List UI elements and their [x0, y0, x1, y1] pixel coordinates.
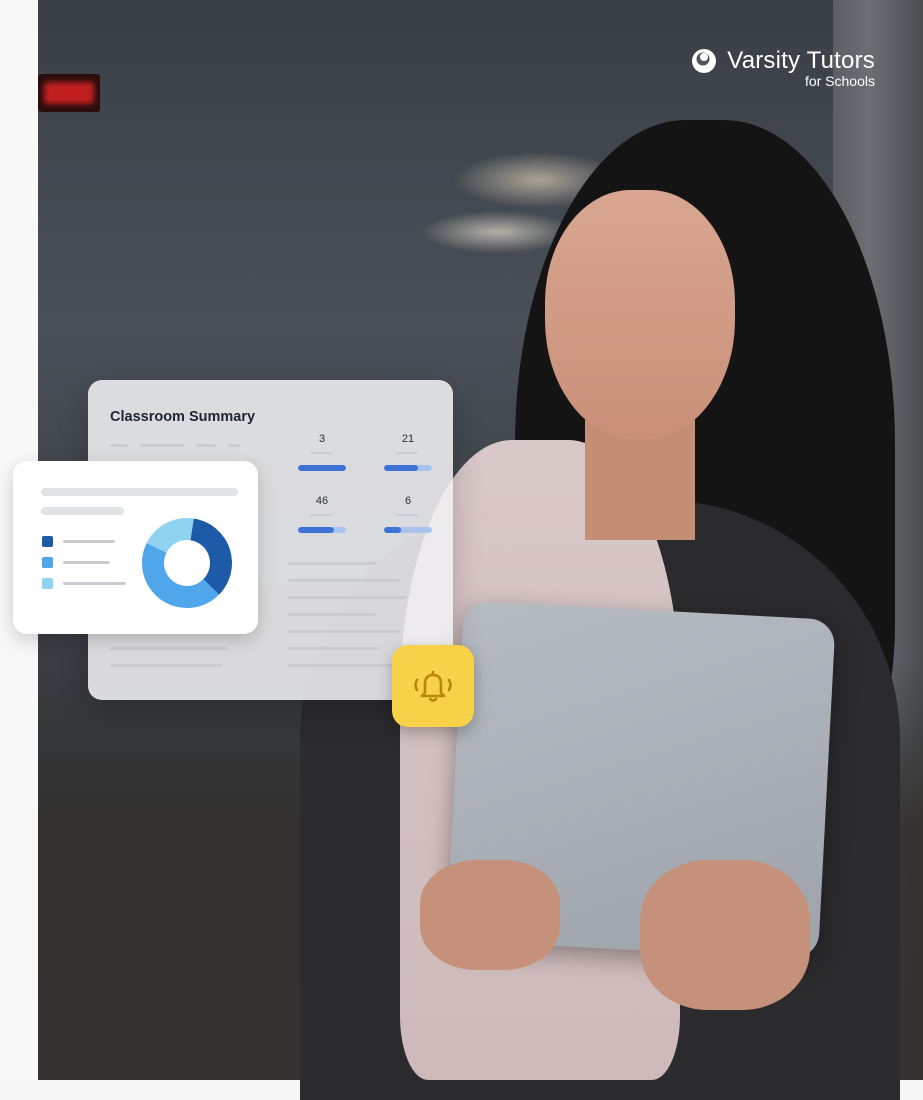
placeholder-line [288, 596, 406, 599]
brand-subtitle: for Schools [804, 73, 875, 89]
placeholder-line [228, 444, 240, 447]
placeholder-line [396, 452, 418, 454]
placeholder-line [288, 647, 380, 650]
stat-value-1: 3 [318, 433, 326, 445]
left-hand [420, 860, 560, 970]
right-hand [640, 860, 810, 1010]
placeholder-line [396, 514, 418, 516]
placeholder-line [288, 562, 376, 565]
placeholder-line [110, 664, 222, 667]
legend-square-2 [42, 557, 53, 568]
bell-icon [414, 670, 452, 702]
placeholder-line [288, 664, 398, 667]
placeholder-bar [41, 507, 124, 515]
stat-bar-fill [384, 527, 401, 533]
woman-face [545, 190, 735, 440]
stat-bar-2 [384, 465, 432, 471]
donut-segment-1 [190, 518, 232, 595]
placeholder-line [110, 647, 228, 650]
legend-line [63, 540, 115, 543]
summary-title: Classroom Summary [110, 409, 256, 425]
varsity-tutors-logo-icon [692, 49, 717, 73]
stat-bar-fill [298, 527, 334, 533]
placeholder-line [288, 630, 400, 633]
legend-line [63, 582, 126, 585]
stat-value-2: 21 [401, 433, 415, 445]
stat-bar-fill [298, 465, 346, 471]
placeholder-line [140, 444, 185, 447]
stat-bar-4 [384, 527, 432, 533]
notification-bell-button[interactable] [392, 645, 474, 727]
placeholder-line [288, 613, 376, 616]
placeholder-line [110, 444, 128, 447]
brand-logo-block: Varsity Tutors for Schools [692, 47, 875, 89]
stat-bar-3 [298, 527, 346, 533]
stat-value-4: 6 [404, 495, 412, 507]
donut-chart [142, 518, 232, 608]
placeholder-line [196, 444, 216, 447]
legend-square-1 [42, 536, 53, 547]
placeholder-line [310, 514, 332, 516]
placeholder-line [310, 452, 332, 454]
stat-bar-1 [298, 465, 346, 471]
brand-name: Varsity Tutors [727, 47, 875, 74]
donut-chart-card [13, 461, 258, 634]
exit-sign [38, 74, 100, 112]
placeholder-bar [41, 488, 238, 496]
placeholder-line [288, 579, 400, 582]
legend-line [63, 561, 110, 564]
stat-bar-fill [384, 465, 418, 471]
stat-value-3: 46 [315, 495, 329, 507]
legend-square-3 [42, 578, 53, 589]
